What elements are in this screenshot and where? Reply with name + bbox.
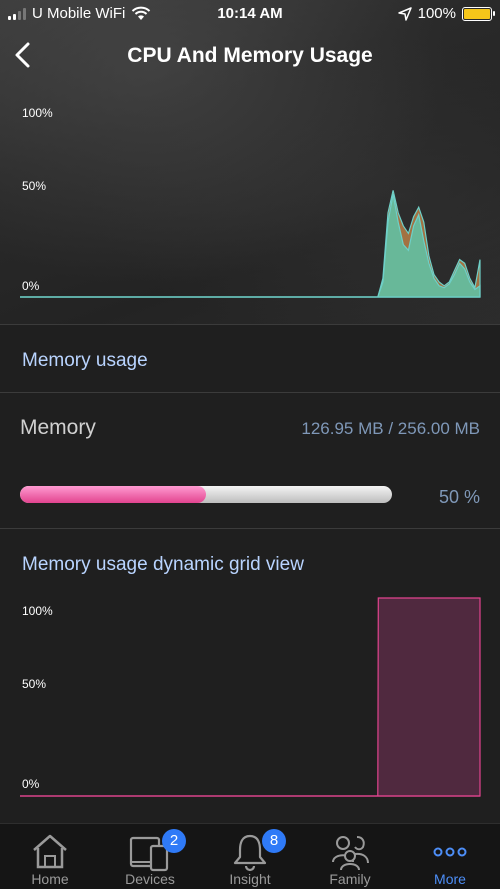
cpu-tick-50: 50% — [22, 179, 46, 193]
tab-home-label: Home — [31, 871, 69, 887]
divider — [0, 324, 500, 325]
divider — [0, 528, 500, 529]
memory-usage-section-title: Memory usage — [22, 350, 148, 371]
memory-label: Memory — [20, 416, 96, 439]
battery-percent: 100% — [417, 5, 456, 22]
mem-tick-100: 100% — [22, 604, 53, 618]
tab-devices-label: Devices — [125, 871, 175, 887]
cpu-usage-chart: 100% 50% 0% — [20, 106, 481, 298]
home-icon — [33, 834, 67, 869]
battery-icon — [462, 6, 495, 21]
tab-more[interactable]: More — [400, 824, 500, 889]
memory-value: 126.95 MB / 256.00 MB — [301, 419, 480, 438]
cpu-tick-0: 0% — [22, 279, 40, 293]
location-arrow-icon — [397, 6, 412, 21]
mem-tick-50: 50% — [22, 677, 46, 691]
cpu-tick-100: 100% — [22, 106, 53, 120]
memory-usage-chart: 100% 50% 0% — [20, 597, 481, 797]
memory-progress-fill — [20, 486, 206, 503]
page-title: CPU And Memory Usage — [127, 44, 373, 67]
chart-series-area — [20, 597, 481, 797]
divider — [0, 392, 500, 393]
status-right: 100% — [397, 5, 495, 22]
grid-view-section-title: Memory usage dynamic grid view — [22, 554, 304, 575]
mem-tick-0: 0% — [22, 777, 40, 791]
tab-family[interactable]: Family — [300, 824, 400, 889]
insight-badge: 8 — [262, 829, 286, 853]
chart-series-area — [20, 193, 481, 298]
more-icon — [433, 847, 467, 857]
tab-family-label: Family — [329, 871, 371, 887]
tab-home[interactable]: Home — [0, 824, 100, 889]
memory-percent: 50 % — [438, 487, 480, 507]
memory-progress-bar — [20, 486, 392, 503]
tab-bar: Home 2 Devices 8 Insight Family More — [0, 823, 500, 889]
status-bar: U Mobile WiFi 10:14 AM 100% — [0, 0, 500, 30]
tab-insight-label: Insight — [229, 871, 271, 887]
navigation-header: CPU And Memory Usage — [0, 30, 500, 82]
tab-devices[interactable]: 2 Devices — [100, 824, 200, 889]
family-icon — [332, 836, 369, 871]
devices-badge: 2 — [162, 829, 186, 853]
tab-more-label: More — [434, 871, 466, 887]
tab-insight[interactable]: 8 Insight — [200, 824, 300, 889]
